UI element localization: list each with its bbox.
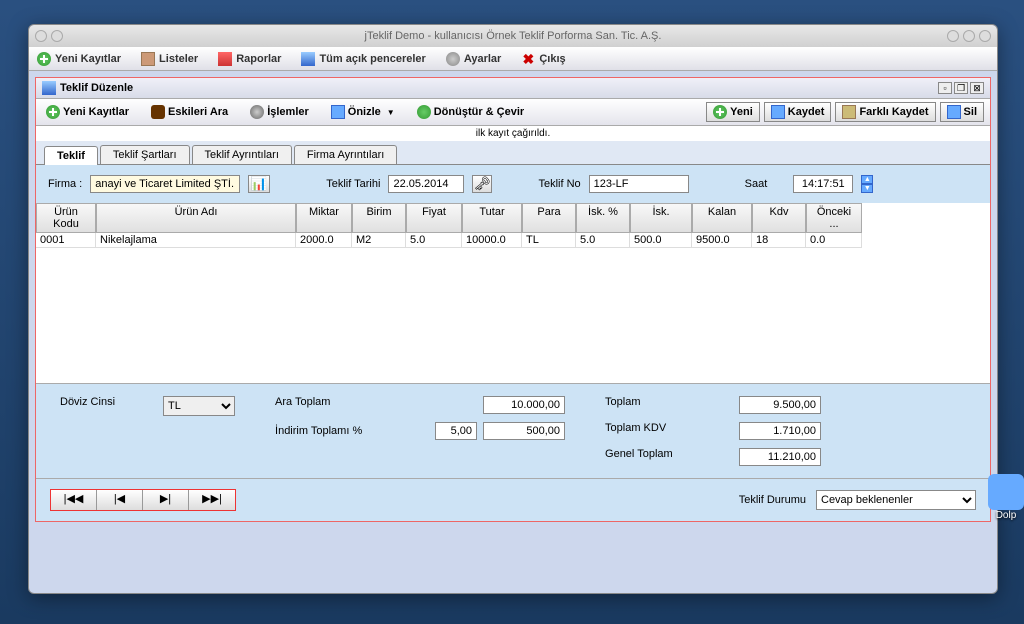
table-header: Ürün Kodu Ürün Adı Miktar Birim Fiyat Tu… [36, 203, 990, 233]
doviz-cinsi-label: Döviz Cinsi [60, 396, 115, 408]
tab-panel-teklif: Firma : 📊 Teklif Tarihi 🗝 Teklif No Saat… [36, 165, 990, 203]
teklif-no-label: Teklif No [538, 178, 580, 190]
sub-toolbar: Yeni Kayıtlar Eskileri Ara İşlemler Öniz… [36, 99, 990, 126]
saat-spinner[interactable]: ▲▼ [861, 175, 873, 193]
plus-icon [713, 105, 727, 119]
teklif-no-input[interactable] [589, 175, 689, 193]
totals-panel: Döviz Cinsi TL Ara Toplam İndirim Toplam… [36, 383, 990, 478]
gear-icon [250, 105, 264, 119]
menu-raporlar[interactable]: Raporlar [218, 52, 281, 66]
sub-close-button[interactable]: ⊠ [970, 82, 984, 94]
saat-input[interactable] [793, 175, 853, 193]
convert-icon [417, 105, 431, 119]
teklif-tarihi-input[interactable] [388, 175, 464, 193]
document-icon [42, 81, 56, 95]
genel-toplam-input[interactable] [739, 448, 821, 466]
windows-icon [301, 52, 315, 66]
teklif-tarihi-label: Teklif Tarihi [326, 178, 380, 190]
table-body[interactable]: 0001 Nikelajlama 2000.0 M2 5.0 10000.0 T… [36, 233, 990, 383]
desktop-icon-dolphin[interactable]: Dolp [988, 474, 1024, 521]
plus-icon [46, 105, 60, 119]
indirim-toplami-label: İndirim Toplamı % [275, 425, 362, 437]
plus-icon [37, 52, 51, 66]
tab-teklif[interactable]: Teklif [44, 146, 98, 165]
teklif-durumu-select[interactable]: Cevap beklenenler [816, 490, 976, 510]
window-title: jTeklif Demo - kullanıcısı Örnek Teklif … [29, 30, 997, 42]
yeni-button[interactable]: Yeni [706, 102, 760, 122]
toplam-kdv-input[interactable] [739, 422, 821, 440]
list-icon [141, 52, 155, 66]
menu-listeler[interactable]: Listeler [141, 52, 198, 66]
status-text: ilk kayıt çağırıldı. [36, 126, 990, 141]
teklif-durumu-label: Teklif Durumu [739, 494, 806, 506]
maximize-button[interactable] [963, 30, 975, 42]
app-window: jTeklif Demo - kullanıcısı Örnek Teklif … [28, 24, 998, 594]
gear-icon [446, 52, 460, 66]
subwindow: Teklif Düzenle ▫ ❐ ⊠ Yeni Kayıtlar Eskil… [35, 77, 991, 522]
indirim-pct-input[interactable] [435, 422, 477, 440]
sub-minimize-button[interactable]: ▫ [938, 82, 952, 94]
next-record-button[interactable]: ▶| [143, 490, 189, 510]
chevron-up-icon[interactable]: ▲ [861, 175, 873, 184]
toplam-input[interactable] [739, 396, 821, 414]
titlebar[interactable]: jTeklif Demo - kullanıcısı Örnek Teklif … [29, 25, 997, 47]
close-button[interactable] [979, 30, 991, 42]
toplam-label: Toplam [605, 396, 640, 414]
firma-lookup-button[interactable]: 📊 [248, 175, 270, 193]
firma-label: Firma : [48, 178, 82, 190]
saat-label: Saat [745, 178, 768, 190]
record-navigator: |◀◀ |◀ ▶| ▶▶| [50, 489, 236, 511]
ara-toplam-label: Ara Toplam [275, 396, 330, 414]
tabs: Teklif Teklif Şartları Teklif Ayrıntılar… [36, 141, 990, 165]
menu-tum-acik-pencereler[interactable]: Tüm açık pencereler [301, 52, 425, 66]
sil-button[interactable]: Sil [940, 102, 984, 122]
ara-toplam-input[interactable] [483, 396, 565, 414]
close-icon: ✖ [521, 52, 535, 66]
main-menu: Yeni Kayıtlar Listeler Raporlar Tüm açık… [29, 47, 997, 71]
sub-title-text: Teklif Düzenle [60, 82, 133, 94]
toplam-kdv-label: Toplam KDV [605, 422, 666, 440]
last-record-button[interactable]: ▶▶| [189, 490, 235, 510]
prev-record-button[interactable]: |◀ [97, 490, 143, 510]
footer: |◀◀ |◀ ▶| ▶▶| Teklif Durumu Cevap beklen… [36, 478, 990, 521]
preview-icon [331, 105, 345, 119]
binoculars-icon [151, 105, 165, 119]
minimize-button[interactable] [947, 30, 959, 42]
indirim-val-input[interactable] [483, 422, 565, 440]
save-icon [771, 105, 785, 119]
tb-yeni-kayitlar[interactable]: Yeni Kayıtlar [42, 103, 133, 121]
save-as-icon [842, 105, 856, 119]
table-row[interactable]: 0001 Nikelajlama 2000.0 M2 5.0 10000.0 T… [36, 233, 990, 248]
tab-teklif-ayrintilari[interactable]: Teklif Ayrıntıları [192, 145, 292, 164]
date-picker-button[interactable]: 🗝 [472, 175, 492, 193]
tab-firma-ayrintilari[interactable]: Firma Ayrıntıları [294, 145, 397, 164]
tb-donustur-cevir[interactable]: Dönüştür & Çevir [413, 103, 528, 121]
farkli-kaydet-button[interactable]: Farklı Kaydet [835, 102, 935, 122]
first-record-button[interactable]: |◀◀ [51, 490, 97, 510]
folder-icon [988, 474, 1024, 510]
products-table: Ürün Kodu Ürün Adı Miktar Birim Fiyat Tu… [36, 203, 990, 383]
sub-titlebar[interactable]: Teklif Düzenle ▫ ❐ ⊠ [36, 78, 990, 99]
tab-teklif-sartlari[interactable]: Teklif Şartları [100, 145, 190, 164]
trash-icon [947, 105, 961, 119]
doviz-cinsi-select[interactable]: TL [163, 396, 235, 416]
tb-islemler[interactable]: İşlemler [246, 103, 313, 121]
sub-restore-button[interactable]: ❐ [954, 82, 968, 94]
genel-toplam-label: Genel Toplam [605, 448, 673, 466]
tb-onizle[interactable]: Önizle [327, 103, 399, 121]
menu-cikis[interactable]: ✖Çıkış [521, 52, 565, 66]
menu-yeni-kayitlar[interactable]: Yeni Kayıtlar [37, 52, 121, 66]
menu-ayarlar[interactable]: Ayarlar [446, 52, 502, 66]
report-icon [218, 52, 232, 66]
firma-input[interactable] [90, 175, 240, 193]
kaydet-button[interactable]: Kaydet [764, 102, 832, 122]
chevron-down-icon[interactable]: ▼ [861, 184, 873, 193]
tb-eskileri-ara[interactable]: Eskileri Ara [147, 103, 232, 121]
